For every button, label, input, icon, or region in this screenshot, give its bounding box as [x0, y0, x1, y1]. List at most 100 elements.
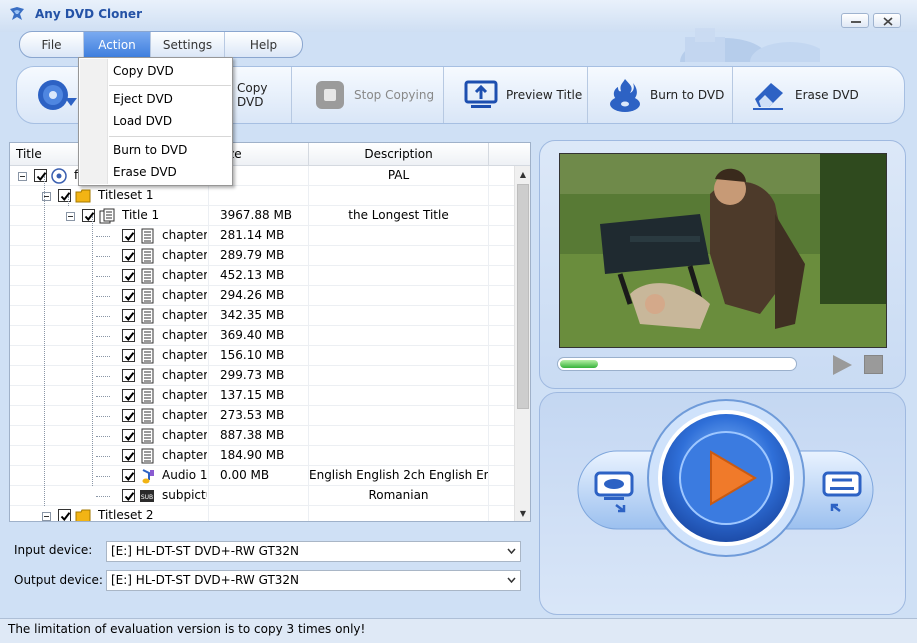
checkmark-icon [124, 472, 135, 482]
app-logo-icon [10, 7, 24, 20]
chapter-icon [139, 448, 155, 464]
tree-cell-description [309, 426, 489, 446]
tree-row[interactable]: chapter 8299.73 MB [10, 366, 515, 386]
tree-cell-size: 369.40 MB [209, 326, 309, 346]
stop-preview-button[interactable] [864, 355, 883, 374]
checkbox[interactable] [122, 309, 135, 322]
menu-file[interactable]: File [20, 32, 84, 57]
scroll-up-arrow-icon[interactable]: ▲ [515, 166, 530, 182]
video-frame-image [560, 154, 886, 347]
checkbox[interactable] [122, 369, 135, 382]
checkbox[interactable] [122, 249, 135, 262]
checkbox[interactable] [122, 329, 135, 342]
tree-row[interactable]: chapter 12184.90 MB [10, 446, 515, 466]
tree-connector [96, 376, 110, 377]
tree-row[interactable]: chapter 1281.14 MB [10, 226, 515, 246]
burn-to-dvd-button[interactable]: Burn to DVD [588, 67, 733, 123]
tree-row[interactable]: chapter 4294.26 MB [10, 286, 515, 306]
tree-cell-size: 299.73 MB [209, 366, 309, 386]
tree-row[interactable]: chapter 2289.79 MB [10, 246, 515, 266]
status-bar: The limitation of evaluation version is … [0, 618, 917, 643]
input-device-select[interactable]: [E:] HL-DT-ST DVD+-RW GT32N [106, 541, 521, 562]
menu-item-burn-to-dvd[interactable]: Burn to DVD [80, 139, 231, 161]
stop-copying-button[interactable]: Stop Copying [292, 67, 444, 123]
preview-seek-bar[interactable] [557, 357, 797, 371]
tree-cell-title: Titleset 2 [10, 506, 209, 521]
subtitle-icon: SUB [139, 488, 155, 504]
chapter-icon [139, 268, 155, 284]
checkbox[interactable] [58, 189, 71, 202]
checkbox[interactable] [122, 269, 135, 282]
checkbox[interactable] [58, 509, 71, 521]
tree-node-label: chapter 2 [162, 248, 207, 262]
tree-row[interactable]: chapter 6369.40 MB [10, 326, 515, 346]
load-disc-icon [822, 471, 862, 512]
load-tray-button[interactable] [816, 465, 868, 517]
tree-node-label: Audio 1 [162, 468, 207, 482]
menu-item-copy-dvd[interactable]: Copy DVD [80, 60, 231, 82]
tree-row[interactable]: Titleset 1 [10, 186, 515, 206]
tree-row[interactable]: chapter 10273.53 MB [10, 406, 515, 426]
tree-row[interactable]: chapter 9137.15 MB [10, 386, 515, 406]
column-header-description[interactable]: Description [309, 143, 489, 165]
checkbox[interactable] [122, 409, 135, 422]
stop-copying-label: Stop Copying [354, 88, 435, 102]
tree-row[interactable]: chapter 5342.35 MB [10, 306, 515, 326]
tree-row[interactable]: chapter 3452.13 MB [10, 266, 515, 286]
checkbox[interactable] [122, 389, 135, 402]
start-copy-play-button[interactable] [645, 397, 807, 559]
eraser-icon [753, 83, 783, 110]
tree-cell-description [309, 266, 489, 286]
menu-item-eject-dvd[interactable]: Eject DVD [80, 88, 231, 110]
tree-row[interactable]: chapter 7156.10 MB [10, 346, 515, 366]
tree-node-label: chapter 10 [162, 408, 207, 422]
menu-help[interactable]: Help [225, 32, 302, 57]
menu-action[interactable]: Action [84, 32, 151, 57]
tree-cell-size: 342.35 MB [209, 306, 309, 326]
checkbox[interactable] [34, 169, 47, 182]
tree-node-label: subpictur... [162, 488, 207, 502]
chapter-icon [139, 288, 155, 304]
menu-item-erase-dvd[interactable]: Erase DVD [80, 161, 231, 183]
tree-expander-icon[interactable] [18, 172, 27, 181]
play-icon[interactable] [830, 354, 854, 376]
tree-cell-size: 0.00 MB [209, 466, 309, 486]
checkbox[interactable] [122, 289, 135, 302]
tree-cell-description [309, 186, 489, 206]
checkbox[interactable] [122, 489, 135, 502]
tree-row[interactable]: SUB subpictur... Romanian [10, 486, 515, 506]
checkbox[interactable] [122, 469, 135, 482]
checkbox[interactable] [82, 209, 95, 222]
tree-expander-icon[interactable] [66, 212, 75, 221]
tree-vertical-scrollbar[interactable]: ▲ ▼ [514, 166, 530, 521]
close-button[interactable] [873, 13, 901, 28]
tree-connector [96, 396, 110, 397]
tree-cell-title: chapter 2 [10, 246, 209, 266]
eject-tray-button[interactable] [590, 465, 642, 517]
preview-title-button[interactable]: Preview Title [444, 67, 588, 123]
scroll-down-arrow-icon[interactable]: ▼ [515, 505, 530, 521]
tree-cell-description: English English 2ch English En... [309, 466, 489, 486]
header-decoration [680, 28, 820, 62]
menu-settings[interactable]: Settings [151, 32, 225, 57]
output-device-select[interactable]: [E:] HL-DT-ST DVD+-RW GT32N [106, 570, 521, 591]
checkbox[interactable] [122, 349, 135, 362]
tree-expander-icon[interactable] [42, 512, 51, 521]
tree-row[interactable]: Title 1 3967.88 MB the Longest Title [10, 206, 515, 226]
checkmark-icon [124, 352, 135, 362]
erase-dvd-button[interactable]: Erase DVD [733, 67, 893, 123]
menu-item-load-dvd[interactable]: Load DVD [80, 110, 231, 132]
tree-row[interactable]: Audio 1 0.00 MB English English 2ch Englis… [10, 466, 515, 486]
scroll-thumb[interactable] [517, 184, 529, 409]
tree-node-label: chapter 3 [162, 268, 207, 282]
tree-row[interactable]: chapter 11887.38 MB [10, 426, 515, 446]
checkbox[interactable] [122, 449, 135, 462]
checkbox[interactable] [122, 229, 135, 242]
minimize-button[interactable] [841, 13, 869, 28]
checkbox[interactable] [122, 429, 135, 442]
status-text: The limitation of evaluation version is … [8, 622, 366, 636]
audio-icon [139, 468, 155, 484]
tree-row[interactable]: Titleset 2 [10, 506, 515, 521]
chevron-down-icon [507, 548, 516, 554]
checkmark-icon [124, 312, 135, 322]
